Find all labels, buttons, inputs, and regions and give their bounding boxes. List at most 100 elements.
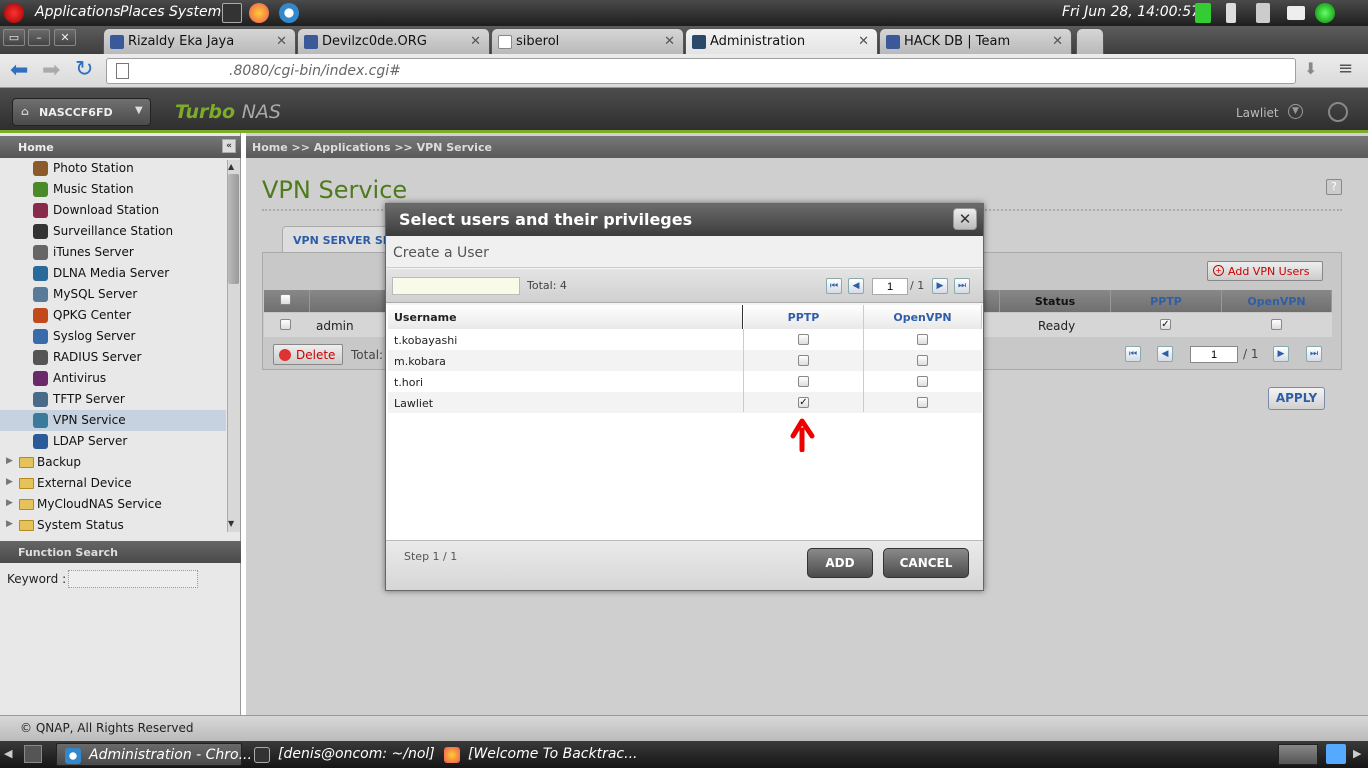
- user-menu-chevron-icon[interactable]: ▼: [1288, 104, 1303, 119]
- expand-triangle-icon[interactable]: ▶: [6, 456, 13, 466]
- run-icon[interactable]: [1195, 3, 1211, 23]
- dialog-last-page-icon[interactable]: ⏭: [954, 278, 970, 294]
- sidebar-item-surveillance-station[interactable]: Surveillance Station: [0, 221, 226, 242]
- firefox-launcher-icon[interactable]: [249, 3, 269, 23]
- tab-devilzc0de[interactable]: Devilzc0de.ORG ✕: [297, 28, 490, 54]
- openvpn-column-header[interactable]: OpenVPN: [864, 305, 982, 329]
- menu-places[interactable]: Places: [120, 4, 165, 20]
- reload-icon[interactable]: ↻: [75, 57, 93, 82]
- dialog-prev-page-icon[interactable]: ◀: [848, 278, 864, 294]
- taskbar-left-arrow-icon[interactable]: ◀: [4, 747, 12, 760]
- help-icon[interactable]: ?: [1326, 179, 1342, 195]
- sidebar-item-tftp-server[interactable]: TFTP Server: [0, 389, 226, 410]
- address-bar[interactable]: .8080/cgi-bin/index.cgi#: [106, 58, 1296, 84]
- pptp-checkbox[interactable]: [798, 355, 809, 366]
- next-page-icon[interactable]: ▶: [1273, 346, 1289, 362]
- openvpn-checkbox[interactable]: [917, 376, 928, 387]
- user-row[interactable]: m.kobara: [388, 350, 982, 371]
- mail-icon[interactable]: [1287, 6, 1305, 20]
- sidebar-item-syslog-server[interactable]: Syslog Server: [0, 326, 226, 347]
- sidebar-item-music-station[interactable]: Music Station: [0, 179, 226, 200]
- sidebar-item-photo-station[interactable]: Photo Station: [0, 158, 226, 179]
- chrome-launcher-icon[interactable]: [279, 3, 299, 23]
- create-user-link[interactable]: Create a User: [386, 236, 983, 268]
- pptp-checkbox[interactable]: ✓: [798, 397, 809, 408]
- sidebar-item-ldap-server[interactable]: LDAP Server: [0, 431, 226, 452]
- terminal-launcher-icon[interactable]: [222, 3, 242, 23]
- tab-rizaldy[interactable]: Rizaldy Eka Jaya ✕: [103, 28, 296, 54]
- expand-triangle-icon[interactable]: ▶: [6, 519, 13, 529]
- tab-siberol[interactable]: siberol ✕: [491, 28, 684, 54]
- expand-triangle-icon[interactable]: ▶: [6, 498, 13, 508]
- close-window-button[interactable]: ✕: [54, 29, 76, 46]
- close-tab-icon[interactable]: ✕: [858, 34, 869, 49]
- dialog-first-page-icon[interactable]: ⏮: [826, 278, 842, 294]
- close-tab-icon[interactable]: ✕: [664, 34, 675, 49]
- sidebar-home-label[interactable]: Home: [18, 141, 54, 154]
- delete-button[interactable]: Delete: [273, 344, 343, 365]
- show-desktop-icon[interactable]: [24, 745, 42, 763]
- apply-button[interactable]: APPLY: [1268, 387, 1325, 410]
- dialog-page-input[interactable]: [872, 278, 908, 295]
- select-all-checkbox[interactable]: [280, 294, 291, 305]
- dialog-close-icon[interactable]: ✕: [953, 208, 977, 230]
- download-icon[interactable]: ⬇: [1304, 59, 1317, 78]
- openvpn-checkbox[interactable]: [917, 397, 928, 408]
- prev-page-icon[interactable]: ◀: [1157, 346, 1173, 362]
- close-tab-icon[interactable]: ✕: [1052, 34, 1063, 49]
- row-openvpn-checkbox[interactable]: [1271, 319, 1282, 330]
- first-page-icon[interactable]: ⏮: [1125, 346, 1141, 362]
- sidebar-item-dlna-media-server[interactable]: DLNA Media Server: [0, 263, 226, 284]
- dialog-next-page-icon[interactable]: ▶: [932, 278, 948, 294]
- user-name[interactable]: Lawliet: [1236, 106, 1279, 120]
- user-row[interactable]: t.kobayashi: [388, 329, 982, 350]
- sidebar-item-qpkg-center[interactable]: QPKG Center: [0, 305, 226, 326]
- volume-icon[interactable]: [1256, 3, 1270, 23]
- restore-window-button[interactable]: ▭: [3, 29, 25, 46]
- row-checkbox[interactable]: [280, 319, 291, 330]
- sidebar-folder-mycloudnas-service[interactable]: ▶ MyCloudNAS Service: [0, 494, 226, 515]
- back-arrow-icon[interactable]: ⬅: [10, 58, 28, 83]
- sidebar-item-download-station[interactable]: Download Station: [0, 200, 226, 221]
- close-tab-icon[interactable]: ✕: [276, 34, 287, 49]
- clock[interactable]: Fri Jun 28, 14:00:57: [1062, 4, 1200, 20]
- backtrack-logo-icon[interactable]: [4, 3, 24, 23]
- forward-arrow-icon[interactable]: ➡: [42, 58, 60, 83]
- minimize-window-button[interactable]: –: [28, 29, 50, 46]
- sidebar-item-mysql-server[interactable]: MySQL Server: [0, 284, 226, 305]
- page-input[interactable]: [1190, 346, 1238, 363]
- sidebar-folder-backup[interactable]: ▶ Backup: [0, 452, 226, 473]
- sidebar-item-antivirus[interactable]: Antivirus: [0, 368, 226, 389]
- last-page-icon[interactable]: ⏭: [1306, 346, 1322, 362]
- username-column-header[interactable]: Username: [388, 305, 743, 329]
- pptp-column-header[interactable]: PPTP: [744, 305, 864, 329]
- openvpn-checkbox[interactable]: [917, 334, 928, 345]
- battery-icon[interactable]: [1226, 3, 1236, 23]
- tab-hackdb[interactable]: HACK DB | Team ✕: [879, 28, 1072, 54]
- scroll-down-icon[interactable]: ▼: [228, 519, 234, 528]
- sidebar-folder-system-status[interactable]: ▶ System Status: [0, 515, 226, 536]
- taskbar-right-arrow-icon[interactable]: ▶: [1353, 747, 1361, 760]
- sidebar-item-vpn-service[interactable]: VPN Service: [0, 410, 226, 431]
- network-icon[interactable]: [1315, 3, 1335, 23]
- sidebar-scroll-thumb[interactable]: [228, 174, 239, 284]
- task-firefox[interactable]: [Welcome To Backtrac...: [436, 743, 637, 766]
- workspace-icon[interactable]: [1326, 744, 1346, 764]
- add-vpn-users-button[interactable]: + Add VPN Users: [1207, 261, 1323, 281]
- language-globe-icon[interactable]: [1328, 102, 1348, 122]
- collapse-sidebar-icon[interactable]: «: [222, 139, 236, 153]
- tab-administration[interactable]: Administration ✕: [685, 28, 878, 54]
- menu-icon[interactable]: ≡: [1338, 58, 1353, 79]
- dialog-search-input[interactable]: [392, 277, 520, 295]
- add-button[interactable]: ADD: [807, 548, 873, 578]
- task-terminal[interactable]: [denis@oncom: ~/nol]: [246, 743, 435, 766]
- openvpn-checkbox[interactable]: [917, 355, 928, 366]
- user-row[interactable]: Lawliet ✓: [388, 392, 982, 413]
- pptp-checkbox[interactable]: [798, 334, 809, 345]
- sidebar-item-radius-server[interactable]: RADIUS Server: [0, 347, 226, 368]
- keyword-input[interactable]: [68, 570, 198, 588]
- user-row[interactable]: t.hori: [388, 371, 982, 392]
- sidebar-folder-external-device[interactable]: ▶ External Device: [0, 473, 226, 494]
- nas-device-menu[interactable]: ⌂ NASCCF6FD ▼: [12, 98, 151, 126]
- expand-triangle-icon[interactable]: ▶: [6, 477, 13, 487]
